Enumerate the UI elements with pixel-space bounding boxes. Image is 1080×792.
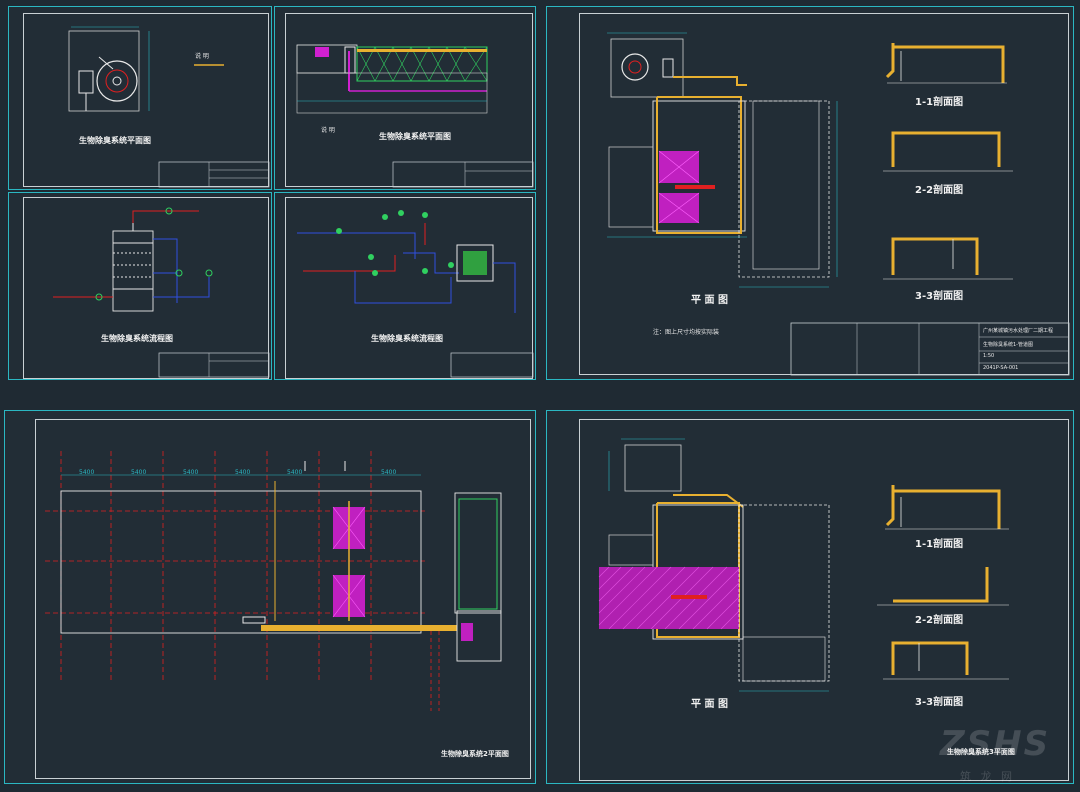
drawing-sheet-2[interactable]: 说 明 生物除臭系统平面图 (274, 6, 536, 190)
sheet-title: 生物除臭系统平面图 (79, 136, 151, 145)
dim-label: 5400 (79, 469, 95, 476)
plan-title: 平 面 图 (691, 699, 728, 710)
process-flow-drawing (297, 210, 534, 378)
drawing-note: 注：图上尺寸均按实际装 (653, 329, 720, 336)
watermark-subtitle: 筑 龙 网 (960, 770, 1015, 783)
sheet-title: 生物除臭系统平面图 (379, 132, 451, 141)
drawing-sheet-4[interactable]: 生物除臭系统流程图 (274, 192, 536, 380)
plan-title: 平 面 图 (691, 295, 728, 306)
pipe-plan-drawing (607, 32, 1070, 376)
section-2-title: 2-2剖面图 (915, 185, 964, 196)
drawing-sheet-6[interactable]: 5400 5400 5400 5400 5400 5400 生物除臭系统2平面图 (4, 410, 536, 784)
title-block-number: 2041P-SA-001 (983, 365, 1019, 371)
dim-label: 5400 (183, 469, 199, 476)
section-1-title: 1-1剖面图 (915, 539, 964, 550)
dim-label: 5400 (131, 469, 147, 476)
section-3-title: 3-3剖面图 (915, 697, 964, 708)
system2-plan-drawing (45, 451, 502, 711)
sheet-title: 生物除臭系统2平面图 (441, 750, 509, 758)
section-3-title: 3-3剖面图 (915, 291, 964, 302)
drawing-sheet-3[interactable]: 生物除臭系统流程图 (8, 192, 272, 380)
title-block-project: 广州某城镇污水处理厂二期工程 (983, 328, 1054, 334)
dim-label: 5400 (381, 469, 397, 476)
section-1-title: 1-1剖面图 (915, 97, 964, 108)
title-block-drawing: 生物除臭系统1-管道图 (983, 342, 1033, 348)
legend-note: 说 明 (195, 53, 209, 60)
process-flow-drawing (53, 207, 270, 378)
dim-label: 5400 (235, 469, 251, 476)
tank-plan-drawing (68, 26, 270, 188)
section-2-title: 2-2剖面图 (915, 615, 964, 626)
sheet-title: 生物除臭系统流程图 (101, 334, 173, 343)
title-block-scale: 1:50 (983, 353, 995, 359)
legend-note: 说 明 (321, 127, 335, 134)
sheet-title: 生物除臭系统流程图 (371, 334, 443, 343)
watermark-logo: ZSHS (940, 724, 1051, 764)
drawing-sheet-1[interactable]: 说 明 生物除臭系统平面图 (8, 6, 272, 190)
dim-label: 5400 (287, 469, 303, 476)
drawing-sheet-5[interactable]: 平 面 图 1-1剖面图 2-2剖面图 3-3剖面图 注：图上尺寸均按实际装 广… (546, 6, 1074, 380)
system-plan-drawing (296, 44, 534, 188)
